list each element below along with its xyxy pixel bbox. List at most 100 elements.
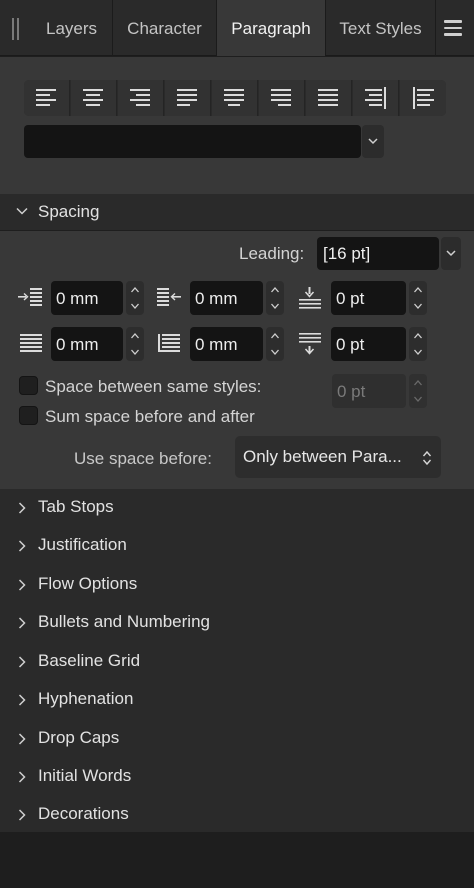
- first-line-indent-icon: [20, 334, 42, 352]
- chevron-right-icon: [18, 656, 26, 668]
- align-right-icon: [130, 89, 150, 106]
- align-center-icon: [83, 89, 103, 106]
- alignment-button-group: [24, 80, 446, 116]
- section-header-hyphenation[interactable]: Hyphenation: [0, 681, 474, 719]
- section-title-hyphenation: Hyphenation: [38, 689, 134, 708]
- chevron-up-icon: [414, 287, 422, 293]
- align-right-button[interactable]: [118, 80, 164, 116]
- chevron-right-icon: [18, 694, 26, 706]
- tab-text-styles[interactable]: Text Styles: [326, 0, 436, 56]
- section-header-initial-words[interactable]: Initial Words: [0, 758, 474, 796]
- chevron-up-icon: [271, 333, 279, 339]
- space-before-value: 0 pt: [336, 289, 365, 308]
- space-between-same-styles-value: 0 pt: [337, 382, 366, 401]
- chevron-up-icon: [414, 333, 422, 339]
- tab-layers[interactable]: Layers: [31, 0, 113, 56]
- section-title-flow-options: Flow Options: [38, 574, 138, 593]
- panel-menu-icon[interactable]: [444, 20, 462, 36]
- section-header-bullets-and-numbering[interactable]: Bullets and Numbering: [0, 604, 474, 642]
- chevron-down-icon: [16, 207, 28, 215]
- chevron-right-icon: [18, 617, 26, 629]
- space-before-stepper[interactable]: [409, 281, 427, 315]
- chevron-right-icon: [18, 809, 26, 821]
- chevron-up-icon: [271, 287, 279, 293]
- section-title-initial-words: Initial Words: [38, 766, 132, 785]
- left-indent-stepper[interactable]: [126, 281, 144, 315]
- first-line-indent-stepper[interactable]: [126, 327, 144, 361]
- panel-tab-bar: Layers Character Paragraph Text Styles: [0, 0, 474, 56]
- first-line-indent-field[interactable]: 0 mm: [51, 327, 123, 361]
- justify-left-icon: [177, 89, 197, 106]
- section-header-flow-options[interactable]: Flow Options: [0, 566, 474, 604]
- align-away-from-spine-button[interactable]: [400, 80, 446, 116]
- up-down-chevron-icon: [422, 450, 432, 466]
- collapsed-sections-list: Tab Stops Justification Flow Options Bul…: [0, 489, 474, 832]
- align-left-icon: [36, 89, 56, 106]
- drag-handle-icon[interactable]: [11, 18, 21, 40]
- space-after-field[interactable]: 0 pt: [331, 327, 406, 361]
- tab-character[interactable]: Character: [113, 0, 217, 56]
- space-between-same-styles-label: Space between same styles:: [45, 377, 262, 396]
- justify-all-icon: [318, 89, 338, 106]
- justify-right-icon: [271, 89, 291, 106]
- section-header-decorations[interactable]: Decorations: [0, 796, 474, 834]
- paragraph-style-select[interactable]: [24, 125, 361, 158]
- section-header-drop-caps[interactable]: Drop Caps: [0, 720, 474, 758]
- section-header-justification[interactable]: Justification: [0, 527, 474, 565]
- align-left-button[interactable]: [24, 80, 70, 116]
- last-line-indent-icon: [158, 334, 180, 352]
- space-between-same-styles-field[interactable]: 0 pt: [332, 374, 406, 408]
- chevron-down-icon: [368, 138, 378, 145]
- left-indent-field[interactable]: 0 mm: [51, 281, 123, 315]
- space-between-same-styles-stepper[interactable]: [409, 374, 427, 408]
- section-title-baseline-grid: Baseline Grid: [38, 651, 141, 670]
- right-indent-icon: [157, 288, 181, 306]
- space-between-same-styles-checkbox[interactable]: [19, 376, 38, 395]
- space-after-stepper[interactable]: [409, 327, 427, 361]
- use-space-before-value: Only between Para...: [243, 447, 402, 466]
- last-line-indent-stepper[interactable]: [266, 327, 284, 361]
- section-title-spacing: Spacing: [38, 202, 100, 221]
- align-towards-spine-button[interactable]: [353, 80, 399, 116]
- chevron-down-icon: [271, 349, 279, 355]
- section-title-bullets-and-numbering: Bullets and Numbering: [38, 612, 210, 631]
- space-before-field[interactable]: 0 pt: [331, 281, 406, 315]
- align-center-button[interactable]: [71, 80, 117, 116]
- chevron-right-icon: [18, 579, 26, 591]
- space-after-value: 0 pt: [336, 335, 365, 354]
- sum-space-checkbox[interactable]: [19, 406, 38, 425]
- chevron-down-icon: [131, 303, 139, 309]
- spacing-section: Leading: [16 pt] 0 mm 0 mm 0 pt 0 mm 0 m…: [0, 231, 474, 489]
- space-before-icon: [299, 287, 321, 309]
- alignment-area: [0, 57, 474, 194]
- leading-dropdown-button[interactable]: [441, 237, 461, 270]
- section-header-tab-stops[interactable]: Tab Stops: [0, 489, 474, 527]
- chevron-down-icon: [414, 396, 422, 402]
- justify-left-button[interactable]: [165, 80, 211, 116]
- align-away-from-spine-icon: [413, 87, 434, 109]
- last-line-indent-field[interactable]: 0 mm: [190, 327, 263, 361]
- justify-right-button[interactable]: [259, 80, 305, 116]
- chevron-right-icon: [18, 733, 26, 745]
- chevron-down-icon: [414, 303, 422, 309]
- justify-center-icon: [224, 89, 244, 106]
- justify-center-button[interactable]: [212, 80, 258, 116]
- right-indent-field[interactable]: 0 mm: [190, 281, 263, 315]
- section-header-spacing[interactable]: Spacing: [0, 194, 474, 230]
- leading-input[interactable]: [16 pt]: [317, 237, 439, 270]
- paragraph-style-dropdown-button[interactable]: [362, 125, 384, 158]
- section-title-decorations: Decorations: [38, 804, 129, 823]
- right-indent-value: 0 mm: [195, 289, 238, 308]
- chevron-up-icon: [131, 287, 139, 293]
- tab-paragraph[interactable]: Paragraph: [217, 0, 326, 56]
- first-line-indent-value: 0 mm: [56, 335, 99, 354]
- chevron-right-icon: [18, 502, 26, 514]
- section-header-baseline-grid[interactable]: Baseline Grid: [0, 643, 474, 681]
- left-indent-value: 0 mm: [56, 289, 99, 308]
- use-space-before-select[interactable]: Only between Para...: [235, 436, 441, 478]
- justify-all-button[interactable]: [306, 80, 352, 116]
- last-line-indent-value: 0 mm: [195, 335, 238, 354]
- chevron-down-icon: [414, 349, 422, 355]
- section-title-justification: Justification: [38, 535, 127, 554]
- right-indent-stepper[interactable]: [266, 281, 284, 315]
